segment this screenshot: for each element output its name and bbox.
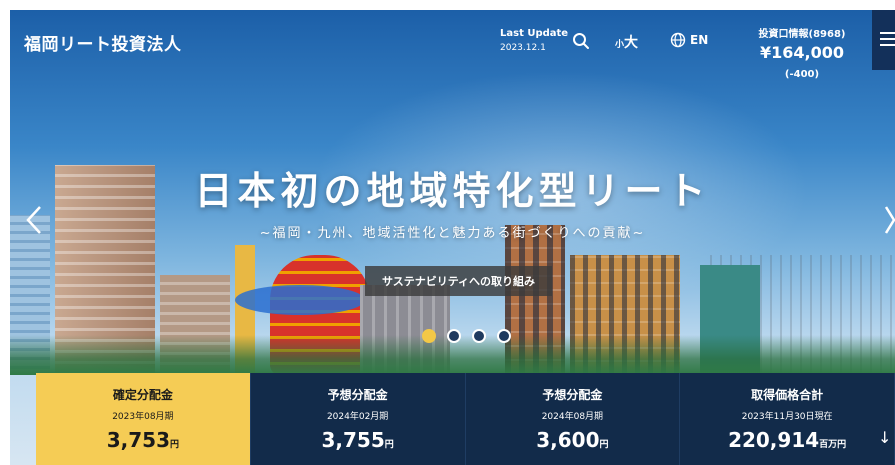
hero-headline: 日本初の地域特化型リート [194, 169, 711, 213]
menu-icon-bar [880, 32, 895, 34]
stat-unit: 百万円 [819, 440, 847, 450]
stat-period: 2023年11月30日現在 [741, 412, 833, 422]
stat-title: 予想分配金 [327, 388, 388, 402]
stat-value-wrap: 3,753円 [36, 428, 250, 452]
unit-price-info[interactable]: 投資口情報(8968) ¥164,000 (-400) [742, 25, 862, 81]
stat-title: 取得価格合計 [751, 388, 824, 402]
globe-icon [670, 32, 686, 48]
carousel-dot-3[interactable] [472, 329, 486, 343]
stat-total-acquisition-price[interactable]: 取得価格合計 2023年11月30日現在 220,914百万円 [680, 373, 895, 465]
stat-value-wrap: 220,914百万円 [680, 428, 894, 452]
menu-icon-bar [880, 44, 895, 46]
carousel-dot-2[interactable] [447, 329, 461, 343]
last-update-date: 2023.12.1 [500, 43, 546, 53]
site-logo[interactable]: 福岡リート投資法人 [24, 30, 182, 55]
stat-unit: 円 [384, 440, 394, 450]
stat-forecast-distribution-feb[interactable]: 予想分配金 2024年02月期 3,755円 [250, 373, 466, 465]
stat-unit: 円 [599, 440, 609, 450]
site-header: 福岡リート投資法人 Last Update 2023.12.1 小大 EN 投資… [10, 10, 895, 80]
language-switch[interactable]: EN [670, 32, 708, 48]
distribution-stats: 確定分配金 2023年08月期 3,753円 予想分配金 2024年02月期 3… [36, 373, 895, 465]
search-icon [573, 33, 589, 49]
carousel-dot-4[interactable] [497, 329, 511, 343]
stat-value: 3,753 [106, 428, 170, 452]
unit-price-change: (-400) [784, 69, 820, 80]
stat-value-wrap: 3,755円 [251, 428, 465, 452]
stat-confirmed-distribution[interactable]: 確定分配金 2023年08月期 3,753円 [36, 373, 251, 465]
font-size-toggle[interactable]: 小大 [615, 32, 638, 52]
stat-unit: 円 [170, 440, 180, 450]
font-size-large[interactable]: 大 [624, 35, 638, 51]
stat-value: 3,600 [536, 428, 600, 452]
stat-period: 2024年02月期 [326, 412, 389, 422]
stat-title: 予想分配金 [542, 388, 603, 402]
scroll-down-arrow-icon[interactable]: ↓ [878, 428, 891, 447]
menu-icon-bar [880, 38, 895, 40]
sustainability-button[interactable]: サステナビリティへの取り組み [365, 266, 552, 296]
chevron-left-icon [26, 206, 41, 234]
carousel-dot-1[interactable] [422, 329, 436, 343]
language-label: EN [690, 33, 709, 47]
unit-price-value: ¥164,000 [759, 43, 844, 62]
carousel-indicators [422, 329, 511, 343]
carousel-next-button[interactable] [884, 205, 895, 235]
chevron-right-icon [884, 206, 895, 234]
stat-period: 2023年08月期 [112, 412, 174, 422]
font-size-small[interactable]: 小 [615, 40, 624, 50]
stat-value: 220,914 [728, 428, 820, 452]
stat-title: 確定分配金 [112, 388, 173, 402]
carousel-prev-button[interactable] [24, 205, 44, 235]
unit-price: ¥164,000 (-400) [742, 43, 862, 81]
search-button[interactable] [572, 32, 590, 50]
hero-subline: ~福岡・九州、地域活性化と魅力ある街づくりへの貢献~ [259, 226, 646, 241]
unit-info-label: 投資口情報(8968) [758, 29, 846, 40]
canal-city-bridge-image [235, 285, 365, 315]
stat-forecast-distribution-aug[interactable]: 予想分配金 2024年08月期 3,600円 [465, 373, 681, 465]
stat-value-wrap: 3,600円 [466, 428, 680, 452]
menu-button[interactable] [872, 10, 895, 70]
last-update-label: Last Update [500, 28, 569, 39]
stat-period: 2024年08月期 [541, 412, 604, 422]
stat-value: 3,755 [321, 428, 385, 452]
last-update: Last Update 2023.12.1 [500, 28, 568, 53]
